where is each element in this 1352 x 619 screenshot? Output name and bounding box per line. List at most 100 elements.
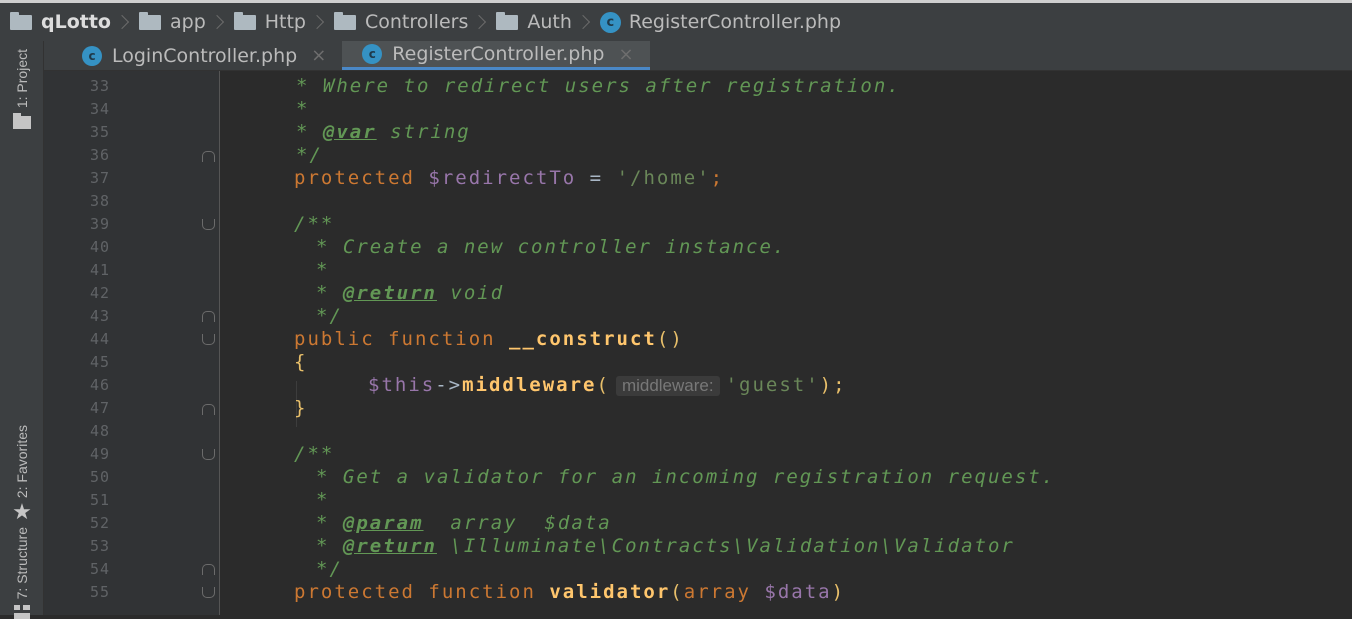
fold-start-icon[interactable] [202,449,215,460]
chevron-right-icon [309,14,325,30]
line-number: 41 [90,261,111,279]
punctuation: () [656,328,684,350]
line-number: 44 [90,330,111,348]
line-number: 46 [90,376,111,394]
code-line: * Get a validator for an incoming regist… [316,466,1055,488]
operator: = [576,167,617,189]
comment-text: * Get a validator for an incoming regist… [316,466,1056,488]
doc-tag: @return [342,282,437,304]
comment-text: * Create a new controller instance. [316,236,787,258]
tab-registercontroller[interactable]: c RegisterController.php × [342,41,650,70]
code-line: $this->middleware(middleware:'guest'); [368,374,847,396]
chevron-right-icon [575,14,590,30]
parameter-hint: middleware: [615,376,720,396]
breadcrumb-registercontroller[interactable]: c RegisterController.php [599,11,842,33]
fold-end-icon[interactable] [202,151,215,162]
breadcrumb-label: RegisterController.php [628,11,842,33]
favorites-tool-button[interactable]: 2: Favorites ★ [0,425,44,524]
comment-text: array $data [423,512,612,534]
structure-icon [14,605,30,619]
breadcrumb-label: qLotto [41,11,111,33]
punctuation: { [294,351,308,373]
variable: $this [368,374,436,396]
line-number: 36 [90,146,111,164]
breadcrumb-label: Controllers [365,11,469,33]
code-line: public function __construct() [294,328,684,350]
breadcrumb-qlotto[interactable]: qLotto [10,11,111,33]
line-number: 49 [90,445,111,463]
breadcrumb-http[interactable]: Http [233,11,306,33]
code-line: protected $redirectTo = '/home'; [294,167,724,189]
folder-icon [233,11,256,30]
structure-tool-button[interactable]: 7: Structure [0,527,44,619]
line-number: 39 [90,215,111,233]
string-literal: 'guest' [725,374,820,396]
editor-tab-bar: c LoginController.php × c RegisterContro… [44,41,1352,71]
comment-text: * [316,282,343,304]
line-number: 43 [90,307,111,325]
php-class-icon: c [362,44,383,64]
fold-end-icon[interactable] [202,311,215,322]
code-line: * [316,259,329,281]
comment-text: * [316,535,343,557]
breadcrumb-label: Auth [527,11,572,33]
variable: $redirectTo [428,167,577,189]
comment-text: * [316,489,330,511]
breadcrumb-label: app [169,11,206,33]
comment-text: void [436,282,505,304]
operator: -> [435,374,463,396]
structure-tool-label: 7: Structure [14,527,30,600]
comment-text: * [316,512,343,534]
keyword: protected [294,167,429,189]
folder-icon [334,11,356,30]
tool-window-strip: 1: Project 2: Favorites ★ 7: Structure [0,41,44,619]
code-line: /** [294,213,334,235]
method-name: middleware [462,374,597,396]
php-class-icon: c [599,11,621,33]
tab-logincontroller[interactable]: c LoginController.php × [44,41,342,70]
comment-text: */ [316,305,343,327]
tab-label: RegisterController.php [392,43,605,65]
code-editor[interactable]: * Where to redirect users after registra… [220,71,1352,615]
folder-icon [10,11,32,30]
punctuation: ( [596,374,610,396]
code-line: * @return \Illuminate\Contracts\Validati… [316,535,1015,557]
breadcrumb-auth[interactable]: Auth [496,11,572,33]
line-number: 35 [90,123,111,141]
folder-icon [138,11,161,30]
punctuation: } [294,397,308,419]
comment-text: * [316,259,330,281]
folder-icon [496,11,519,30]
fold-end-icon[interactable] [202,564,215,575]
line-number: 45 [90,353,111,371]
comment-text: string [376,121,471,143]
breadcrumb-controllers[interactable]: Controllers [334,11,468,33]
code-line: } [294,397,307,419]
punctuation: ) [831,581,846,603]
folder-icon [13,113,31,130]
comment-text: * [296,121,323,143]
project-tool-label: 1: Project [14,49,30,109]
line-number: 50 [90,468,111,486]
keyword: protected function [294,581,550,603]
line-number: 38 [90,192,111,210]
comment-text: * Where to redirect users after registra… [296,75,901,97]
fold-start-icon[interactable] [202,219,215,230]
code-line: * @var string [296,121,471,143]
variable: $data [764,581,832,603]
favorites-tool-label: 2: Favorites [14,425,30,499]
comment-text: /** [294,213,335,235]
project-tool-button[interactable]: 1: Project [0,49,44,130]
comment-text: */ [316,558,343,580]
close-icon[interactable]: × [311,45,326,66]
breadcrumb-app[interactable]: app [138,11,206,33]
line-number: 34 [90,100,111,118]
fold-start-icon[interactable] [202,587,215,598]
close-icon[interactable]: × [618,44,633,65]
code-line: * [316,489,329,511]
doc-tag: @param [342,512,424,534]
star-icon: ★ [12,500,32,526]
fold-start-icon[interactable] [202,334,215,345]
fold-end-icon[interactable] [202,404,215,415]
function-name: __construct [509,328,657,350]
